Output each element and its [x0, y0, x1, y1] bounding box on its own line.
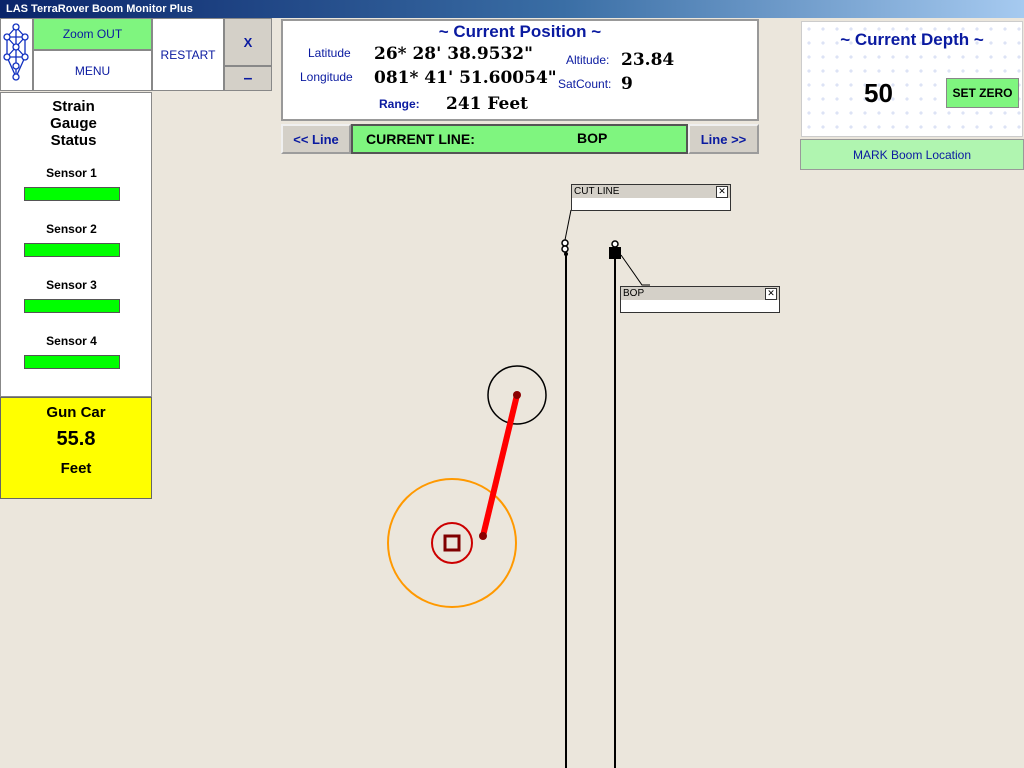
- boom-tip-point: [513, 391, 521, 399]
- cut-line-callout-leader: [564, 209, 572, 241]
- boom-base-point: [479, 532, 487, 540]
- bop-callout: BOP ✕: [620, 286, 780, 313]
- map-canvas[interactable]: [0, 0, 1024, 768]
- cut-line-callout: CUT LINE ✕: [571, 184, 731, 211]
- bop-marker-icon: [609, 240, 621, 259]
- cut-line-callout-label: CUT LINE: [574, 186, 620, 197]
- vehicle-icon: [443, 534, 461, 552]
- vehicle-outer-ring: [387, 478, 517, 608]
- vehicle-inner-ring: [431, 522, 473, 564]
- close-icon[interactable]: ✕: [765, 288, 777, 300]
- bop-callout-label: BOP: [623, 288, 645, 299]
- close-icon[interactable]: ✕: [716, 186, 728, 198]
- boom-arm: [480, 394, 520, 537]
- cut-line-marker-icon: [561, 239, 569, 256]
- bop-callout-leader: [620, 254, 650, 286]
